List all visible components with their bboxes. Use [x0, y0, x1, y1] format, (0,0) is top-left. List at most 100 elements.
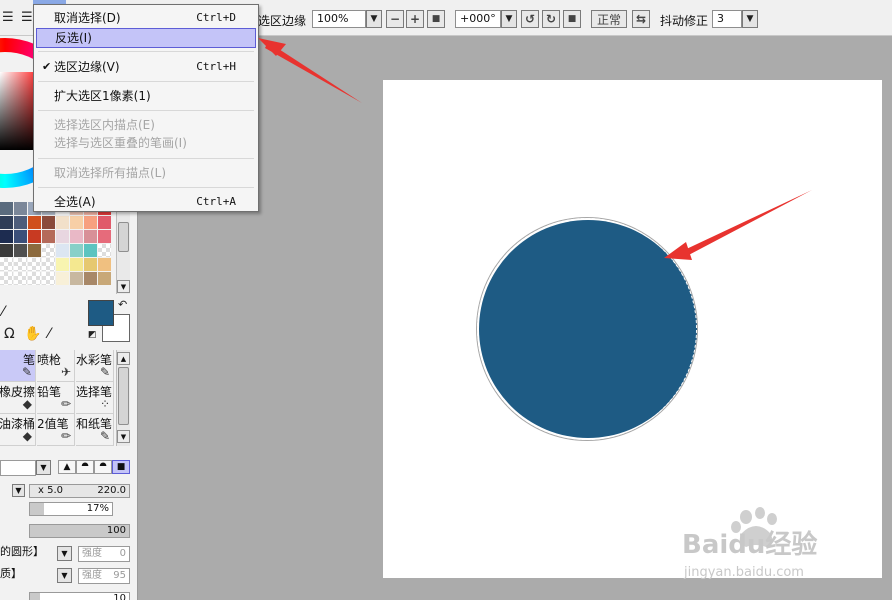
rotation-field[interactable]: +000°: [455, 10, 501, 28]
brush-blend-field[interactable]: [0, 460, 36, 476]
color-swatch[interactable]: [28, 272, 41, 285]
zoom-field[interactable]: 100%: [312, 10, 366, 28]
brush-scrollbar[interactable]: ▲ ▼: [116, 350, 130, 446]
reset-colors-icon[interactable]: ◩: [88, 330, 97, 340]
menu-item-3[interactable]: 扩大选区1像素(1): [36, 86, 256, 106]
swap-colors-icon[interactable]: ↶: [118, 298, 127, 311]
list-icon[interactable]: ☰: [21, 10, 33, 25]
tip-medium-button[interactable]: ⯊: [76, 460, 94, 474]
blend-mode-button[interactable]: 正常: [591, 10, 627, 28]
brush-tool-7[interactable]: 2值笔 ✏: [37, 414, 75, 446]
scroll-up-button[interactable]: ▲: [117, 352, 130, 365]
color-swatch[interactable]: [14, 258, 27, 271]
color-swatch[interactable]: [84, 230, 97, 243]
color-swatch[interactable]: [84, 244, 97, 257]
color-swatch[interactable]: [70, 244, 83, 257]
flip-button[interactable]: ⇆: [632, 10, 650, 28]
texture-strength-slider[interactable]: 强度 95: [78, 568, 130, 584]
eyedropper-icon[interactable]: ⁄: [48, 326, 50, 342]
color-swatch[interactable]: [70, 258, 83, 271]
color-swatch[interactable]: [0, 230, 13, 243]
color-swatch[interactable]: [42, 230, 55, 243]
brush-blend-dropdown[interactable]: ▼: [36, 460, 51, 475]
color-swatch[interactable]: [84, 258, 97, 271]
color-swatch[interactable]: [98, 272, 111, 285]
zoom-reset-button[interactable]: ■: [427, 10, 445, 28]
stabilizer-dropdown-button[interactable]: ▼: [742, 10, 758, 28]
color-swatch[interactable]: [0, 202, 13, 215]
rotate-left-button[interactable]: ↺: [521, 10, 539, 28]
brush-size-slider[interactable]: x 5.0 220.0: [29, 484, 130, 498]
texture-select[interactable]: 质】: [0, 568, 56, 584]
tip-hard-button[interactable]: ▲: [58, 460, 76, 474]
color-swatch[interactable]: [56, 272, 69, 285]
color-swatch[interactable]: [98, 230, 111, 243]
color-swatch[interactable]: [98, 258, 111, 271]
color-swatch[interactable]: [0, 244, 13, 257]
color-swatch[interactable]: [28, 258, 41, 271]
color-swatch[interactable]: [56, 216, 69, 229]
color-swatch[interactable]: [14, 202, 27, 215]
menu-item-1[interactable]: 反选(I): [36, 28, 256, 48]
brush-tool-6[interactable]: 油漆桶 ◆: [0, 414, 36, 446]
color-swatch[interactable]: [0, 258, 13, 271]
color-swatch[interactable]: [42, 244, 55, 257]
tip-soft-button[interactable]: ⯊: [94, 460, 112, 474]
brush-tool-0[interactable]: 笔 ✎: [0, 350, 36, 382]
rotation-dropdown-button[interactable]: ▼: [501, 10, 517, 28]
color-swatch[interactable]: [98, 216, 111, 229]
list-icon[interactable]: ☰: [2, 10, 14, 25]
color-swatch[interactable]: [70, 230, 83, 243]
color-swatch[interactable]: [84, 272, 97, 285]
texture-dropdown[interactable]: ▼: [57, 568, 72, 583]
color-swatch[interactable]: [70, 216, 83, 229]
brush-tool-8[interactable]: 和纸笔 ✎: [76, 414, 114, 446]
scrollbar-thumb[interactable]: [118, 222, 129, 252]
zoom-dropdown-button[interactable]: ▼: [366, 10, 382, 28]
scroll-down-button[interactable]: ▼: [117, 430, 130, 443]
color-swatch[interactable]: [14, 230, 27, 243]
rotation-reset-button[interactable]: ■: [563, 10, 581, 28]
size-mode-dropdown[interactable]: ▼: [12, 484, 25, 497]
swatch-scrollbar[interactable]: ▼: [116, 202, 130, 294]
zoom-in-button[interactable]: +: [406, 10, 424, 28]
bottom-slider[interactable]: 10: [29, 592, 130, 600]
stabilizer-field[interactable]: 3: [712, 10, 742, 28]
color-swatch[interactable]: [98, 244, 111, 257]
color-swatch[interactable]: [42, 272, 55, 285]
color-swatch[interactable]: [14, 272, 27, 285]
color-swatch[interactable]: [28, 244, 41, 257]
color-swatch[interactable]: [28, 216, 41, 229]
color-swatch[interactable]: [28, 230, 41, 243]
menu-item-2[interactable]: ✔ 选区边缘(V) Ctrl+H: [36, 57, 256, 77]
color-swatch[interactable]: [14, 244, 27, 257]
brush-tool-4[interactable]: 铅笔 ✏: [37, 382, 75, 414]
zoom-out-button[interactable]: −: [386, 10, 404, 28]
menu-item-0[interactable]: 取消选择(D) Ctrl+D: [36, 8, 256, 28]
brush-tool-3[interactable]: 橡皮擦 ◆: [0, 382, 36, 414]
magic-wand-icon[interactable]: ⁄: [2, 304, 4, 320]
drawing-canvas[interactable]: [383, 80, 882, 578]
color-swatch[interactable]: [84, 216, 97, 229]
shape-dropdown[interactable]: ▼: [57, 546, 72, 561]
scroll-down-button[interactable]: ▼: [117, 280, 130, 293]
color-saturation-square[interactable]: [0, 72, 34, 150]
color-swatch[interactable]: [56, 258, 69, 271]
rotate-hand-icon[interactable]: ✋: [24, 326, 41, 342]
density-slider[interactable]: 100: [29, 524, 130, 538]
shape-select[interactable]: 的圆形】: [0, 546, 56, 562]
shape-strength-slider[interactable]: 强度 0: [78, 546, 130, 562]
color-swatch[interactable]: [70, 272, 83, 285]
brush-tool-2[interactable]: 水彩笔 ✎: [76, 350, 114, 382]
menu-item-7[interactable]: 全选(A) Ctrl+A: [36, 192, 256, 212]
hand-icon[interactable]: Ω: [4, 326, 15, 342]
color-swatch[interactable]: [0, 272, 13, 285]
scrollbar-thumb[interactable]: [118, 367, 129, 425]
color-swatch[interactable]: [0, 216, 13, 229]
color-swatch[interactable]: [42, 258, 55, 271]
min-size-slider[interactable]: 17%: [29, 502, 113, 516]
brush-tool-1[interactable]: 喷枪 ✈: [37, 350, 75, 382]
brush-tool-5[interactable]: 选择笔 ⁘: [76, 382, 114, 414]
foreground-color-swatch[interactable]: [88, 300, 114, 326]
color-swatch[interactable]: [56, 230, 69, 243]
